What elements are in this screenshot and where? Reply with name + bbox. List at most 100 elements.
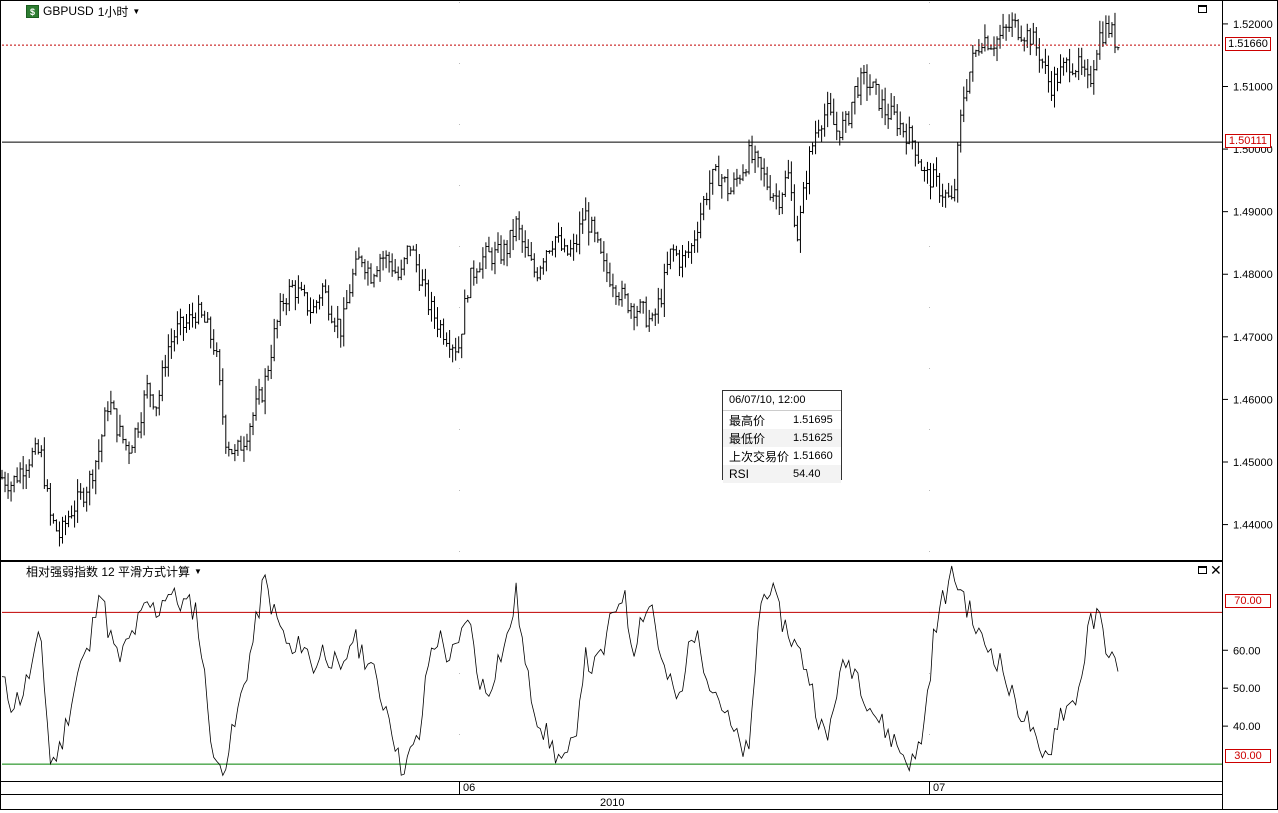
ohlc-bar [330, 305, 334, 324]
ohlc-bar [203, 310, 207, 323]
ohlc-bar [333, 317, 337, 333]
rsi-tick-label: 40.00 [1233, 721, 1261, 733]
ohlc-bar [907, 116, 911, 145]
ohlc-bar [224, 414, 228, 454]
ohlc-bar [783, 170, 787, 198]
ohlc-bar [835, 111, 839, 141]
ohlc-bar [944, 189, 948, 208]
ohlc-bar [436, 307, 440, 338]
ohlc-bar [720, 173, 724, 199]
ohlc-bar [732, 172, 736, 195]
ohlc-bar [429, 291, 433, 322]
ohlc-bar [1110, 22, 1114, 38]
ohlc-bar [814, 120, 818, 155]
price-tick-label: 1.47000 [1233, 332, 1273, 344]
ohlc-bar [70, 505, 74, 519]
ohlc-bar [9, 481, 13, 502]
ohlc-bar [898, 111, 902, 136]
ohlc-bar [48, 483, 52, 526]
ohlc-bar [659, 288, 663, 308]
ohlc-bar [30, 447, 34, 468]
ohlc-bar [699, 202, 703, 239]
ohlc-bar [680, 244, 684, 278]
ohlc-bar [826, 91, 830, 128]
rsi-upper-tag: 70.00 [1225, 594, 1271, 608]
ohlc-bar [487, 236, 491, 253]
ohlc-bar [1052, 66, 1056, 108]
ohlc-bar [626, 293, 630, 314]
ohlc-bar [1037, 38, 1041, 73]
ohlc-bar [6, 473, 10, 499]
price-pane[interactable] [0, 0, 1223, 561]
ohlc-bar [638, 299, 642, 314]
ohlc-bar [641, 300, 645, 314]
ohlc-bar [547, 250, 551, 254]
price-tick-label: 1.44000 [1233, 520, 1273, 532]
price-tick-label: 1.51000 [1233, 81, 1273, 93]
ohlc-bar [251, 412, 255, 436]
ohlc-bar [315, 300, 319, 314]
ohlc-bar [296, 275, 300, 304]
ohlc-bar [801, 181, 805, 214]
ohlc-bar [82, 487, 86, 508]
chart-canvas: 1.520001.510001.500001.490001.480001.470… [0, 0, 1278, 810]
ohlc-bar [575, 234, 579, 253]
ohlc-bar [178, 308, 182, 336]
ohlc-bar [1040, 58, 1044, 69]
close-icon[interactable]: ✕ [1210, 563, 1222, 577]
ohlc-bar [581, 207, 585, 234]
ohlc-bar [130, 445, 134, 454]
chevron-down-icon[interactable]: ▼ [132, 7, 140, 16]
ohlc-bar [1007, 14, 1011, 32]
ohlc-bar [871, 81, 875, 88]
ohlc-bar [499, 235, 503, 265]
ohlc-bar [747, 139, 751, 175]
ohlc-bar [1013, 13, 1017, 28]
ohlc-bar [1010, 12, 1014, 37]
chevron-down-icon[interactable]: ▼ [194, 567, 202, 576]
ohlc-bar [922, 166, 926, 182]
ohlc-bar [684, 250, 688, 268]
ohlc-bar [463, 289, 467, 335]
ohlc-bar [496, 232, 500, 253]
ohlc-bar [566, 244, 570, 256]
ohlc-bar [817, 119, 821, 138]
ohlc-bar [387, 251, 391, 273]
ohlc-bar [892, 96, 896, 116]
rsi-title[interactable]: 相对强弱指数 12 平滑方式计算 ▼ [26, 563, 202, 580]
ohlc-bar [142, 390, 146, 436]
ohlc-bar [381, 250, 385, 271]
rsi-title-label: 相对强弱指数 12 平滑方式计算 [26, 565, 191, 579]
ohlc-bar [242, 436, 246, 462]
ohlc-bar [916, 142, 920, 164]
ohlc-bar [426, 279, 430, 316]
maximize-icon[interactable] [1198, 5, 1207, 13]
ohlc-bar [959, 109, 963, 153]
ohlc-bar [968, 71, 972, 94]
ohlc-bar [841, 111, 845, 141]
ohlc-bar [620, 280, 624, 307]
ohlc-bar [442, 318, 446, 345]
ohlc-bar [408, 245, 412, 257]
ohlc-bar [1049, 71, 1053, 101]
tooltip-value: 1.51660 [793, 450, 833, 462]
ohlc-bar [844, 110, 848, 133]
ohlc-bar [124, 438, 128, 451]
ohlc-bar [759, 156, 763, 181]
ohlc-bar [112, 400, 116, 410]
ohlc-bar [650, 312, 654, 322]
ohlc-bar [73, 500, 77, 528]
ohlc-bar [60, 516, 64, 544]
ohlc-bar [181, 316, 185, 341]
symbol-title[interactable]: $ GBPUSD 1小时 ▼ [26, 3, 140, 19]
ohlc-bar [215, 342, 219, 358]
maximize-icon[interactable] [1198, 566, 1207, 574]
ohlc-bar [484, 242, 488, 270]
ohlc-bar [693, 230, 697, 253]
ohlc-bar [302, 284, 306, 297]
ohlc-bar [750, 135, 754, 164]
ohlc-bar [532, 253, 536, 278]
ohlc-bar [475, 268, 479, 284]
ohlc-bar [284, 298, 288, 316]
ohlc-bar [935, 157, 939, 187]
